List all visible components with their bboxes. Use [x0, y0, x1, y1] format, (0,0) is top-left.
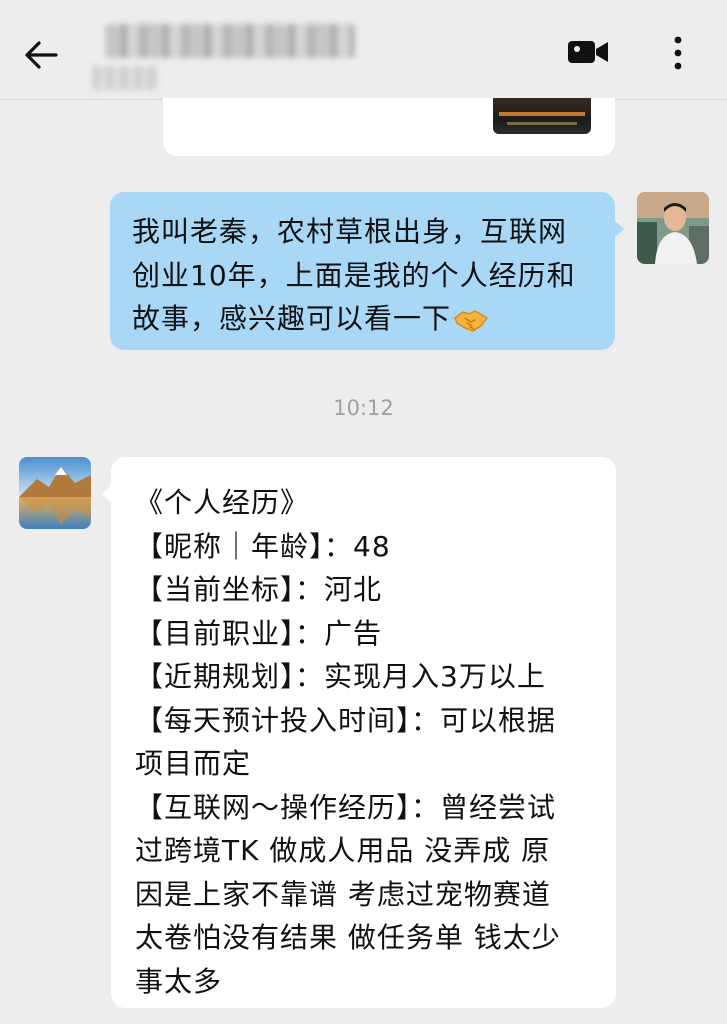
contact-avatar[interactable]	[19, 457, 91, 529]
video-call-icon[interactable]	[566, 36, 610, 68]
message-line: 因是上家不靠谱 考虑过宠物赛道	[135, 877, 551, 911]
avatar-photo	[637, 192, 709, 264]
message-line: 太卷怕没有结果 做任务单 钱太少	[135, 921, 561, 954]
message-line: 【当前坐标】：河北	[135, 573, 383, 606]
message-line: 【互联网～操作经历】：曾经尝试	[135, 790, 557, 824]
message-line: 【目前职业】：广告	[135, 616, 383, 650]
my-message-bubble[interactable]: 我叫老秦，农村草根出身，互联网 创业10年，上面是我的个人经历和 故事，感兴趣可…	[110, 192, 624, 350]
previous-card-message[interactable]	[163, 98, 615, 156]
mountain-lake-avatar	[19, 457, 91, 529]
message-line: 项目而定	[135, 747, 252, 780]
contact-message-bubble[interactable]: 《个人经历》 【昵称｜年龄】：48 【当前坐标】：河北 【目前职业】：广告 【近…	[102, 457, 616, 1008]
message-line: 故事，感兴趣可以看一下	[132, 297, 595, 341]
message-line: 【近期规划】：实现月入3万以上	[135, 660, 546, 693]
handshake-emoji-icon	[454, 310, 489, 332]
message-line: 【昵称｜年龄】：48	[135, 529, 391, 563]
message-line: 【每天预计投入时间】：可以根据	[135, 703, 557, 737]
message-line: 创业10年，上面是我的个人经历和	[132, 258, 576, 292]
card-thumbnail	[493, 98, 591, 134]
message-line: 我叫老秦，农村草根出身，互联网	[132, 215, 568, 248]
message-line: 《个人经历》	[135, 486, 310, 519]
my-avatar[interactable]	[637, 192, 709, 264]
back-arrow-icon[interactable]	[20, 34, 62, 76]
contact-subtitle-blurred	[92, 66, 158, 90]
more-vertical-icon[interactable]	[664, 32, 692, 74]
chat-header	[0, 0, 727, 100]
message-line: 事太多	[135, 964, 223, 998]
contact-name-blurred[interactable]	[105, 24, 355, 58]
timestamp: 10:12	[333, 396, 394, 420]
message-line: 过跨境TK 做成人用品 没弄成 原	[135, 834, 551, 867]
